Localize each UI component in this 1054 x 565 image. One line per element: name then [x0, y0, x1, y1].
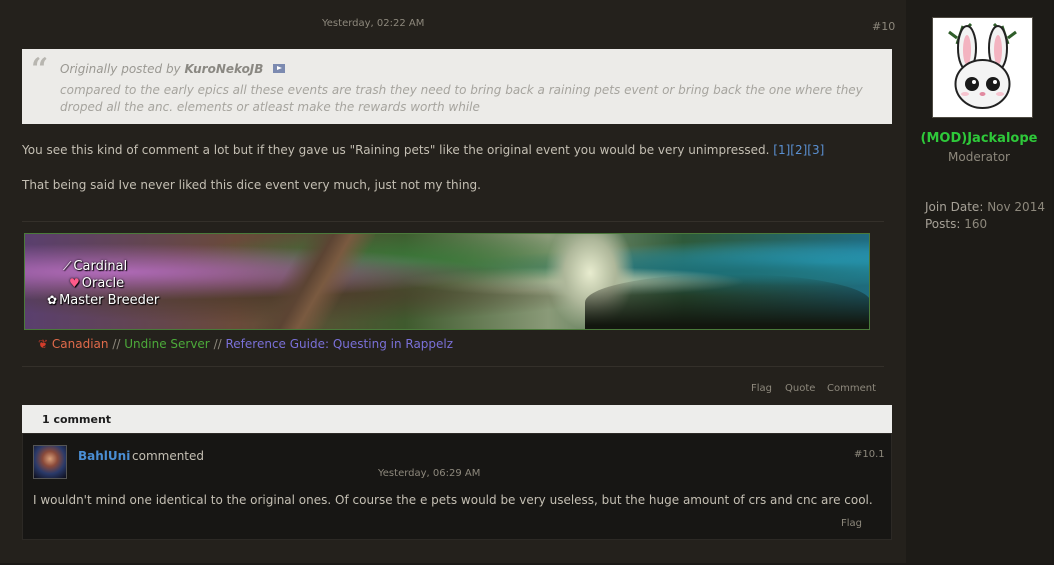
user-post-count: Posts: 160: [925, 217, 987, 231]
quote-icon: “: [31, 52, 49, 87]
quote-author: KuroNekoJB: [184, 62, 264, 76]
comment-link[interactable]: Comment: [827, 383, 876, 394]
view-post-icon[interactable]: [273, 64, 286, 73]
sig-sep-2: //: [213, 337, 222, 351]
comment-date: Yesterday, 06:29 AM: [378, 468, 481, 479]
post-date: Yesterday, 02:22 AM: [322, 18, 425, 29]
sig-canadian: Canadian: [51, 337, 109, 351]
commenter-avatar[interactable]: [33, 445, 67, 479]
signature-divider: [22, 221, 884, 222]
sig-guide-link[interactable]: Questing in Rappelz: [333, 337, 453, 351]
posts-label: Posts:: [925, 217, 961, 231]
quote-attribution: Originally posted by KuroNekoJB: [60, 62, 286, 76]
quote-block: “ Originally posted by KuroNekoJB compar…: [22, 49, 892, 124]
sig-cardinal: ⟋ Cardinal: [63, 259, 128, 274]
banner-vine-art: [585, 274, 869, 329]
post-paragraph-1-text: You see this kind of comment a lot but i…: [22, 143, 770, 157]
comment-verb: commented: [132, 449, 205, 463]
sig-sep-1: //: [112, 337, 121, 351]
posts-value: 160: [964, 217, 988, 231]
comments-header: 1 comment: [22, 405, 892, 433]
user-info-column: (MOD)Jackalope Moderator Join Date: Nov …: [906, 0, 1052, 563]
paw-icon: ✿: [47, 293, 58, 307]
heart-icon: ♥: [69, 276, 80, 290]
post-body-area: Yesterday, 02:22 AM #10 “ Originally pos…: [0, 0, 906, 563]
user-join-date: Join Date: Nov 2014: [925, 200, 1045, 214]
quote-link[interactable]: Quote: [785, 383, 815, 394]
banner-tree-art: [255, 234, 375, 329]
commenter-name[interactable]: BahlUni: [78, 449, 130, 463]
post-paragraph-1: You see this kind of comment a lot but i…: [22, 143, 824, 157]
reference-links[interactable]: [1][2][3]: [773, 143, 824, 157]
comment-text: I wouldn't mind one identical to the ori…: [33, 493, 873, 507]
user-title: Moderator: [948, 150, 1010, 164]
comments-count: 1 comment: [42, 413, 112, 426]
post-number-link[interactable]: #10: [872, 20, 895, 33]
signature-footer: ❦ Canadian // Undine Server // Reference…: [38, 337, 453, 351]
user-avatar[interactable]: [932, 17, 1033, 118]
sig-master-breeder: ✿ Master Breeder: [47, 293, 160, 308]
comment-number-link[interactable]: #10.1: [854, 449, 885, 460]
flag-link[interactable]: Flag: [751, 383, 772, 394]
sig-server: Undine Server: [124, 337, 210, 351]
join-date-label: Join Date:: [925, 200, 984, 214]
signature-banner: ⟋ Cardinal ♥ Oracle ✿ Master Breeder: [24, 233, 870, 330]
comment-item: BahlUni commented Yesterday, 06:29 AM #1…: [22, 433, 892, 540]
staff-icon: ⟋: [63, 259, 72, 273]
join-date-value: Nov 2014: [987, 200, 1045, 214]
username-link[interactable]: (MOD)Jackalope: [906, 131, 1052, 146]
jackalope-avatar-image: [933, 18, 1032, 117]
quote-prefix: Originally posted by: [60, 62, 181, 76]
actions-divider: [22, 366, 884, 367]
maple-leaf-icon: ❦: [38, 337, 49, 351]
sig-oracle: ♥ Oracle: [69, 276, 125, 291]
post-paragraph-2: That being said Ive never liked this dic…: [22, 178, 481, 192]
quote-text: compared to the early epics all these ev…: [60, 83, 863, 114]
sig-guide-prefix: Reference Guide:: [225, 337, 330, 351]
comment-flag-link[interactable]: Flag: [841, 518, 862, 529]
